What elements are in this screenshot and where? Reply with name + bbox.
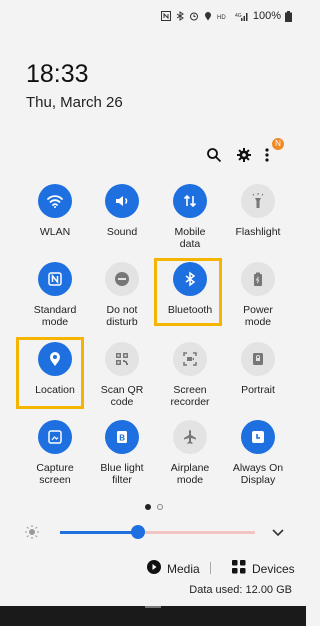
bluetooth-status-icon (175, 11, 185, 21)
do-not-disturb-icon[interactable] (105, 262, 139, 296)
sound-icon[interactable] (105, 184, 139, 218)
portrait-lock-icon[interactable] (241, 342, 275, 376)
tile-label: WLAN (39, 226, 71, 238)
tile-label: Portrait (241, 384, 275, 396)
blue-light-icon[interactable]: B (105, 420, 139, 454)
divider (210, 562, 211, 574)
clock-date: Thu, March 26 (26, 94, 123, 111)
highlight-bluetooth (154, 258, 222, 326)
drag-handle[interactable] (145, 606, 161, 608)
tile-label: Flashlight (235, 226, 281, 238)
alarm-status-icon (189, 11, 199, 21)
nfc-icon[interactable] (38, 262, 72, 296)
brightness-slider-thumb[interactable] (131, 525, 145, 539)
tile-label: Screen recorder (170, 384, 210, 408)
brightness-track[interactable] (138, 531, 255, 534)
tile-label: Sound (106, 226, 138, 238)
tile-label: Do not disturb (106, 304, 138, 328)
chevron-down-icon[interactable] (270, 524, 286, 540)
tile-label: Power mode (243, 304, 273, 328)
bottom-background (0, 606, 306, 626)
tile-label: Mobile data (174, 226, 206, 250)
tile-label: Always On Display (232, 462, 284, 486)
svg-text:HD: HD (217, 15, 226, 21)
airplane-icon[interactable] (173, 420, 207, 454)
flashlight-icon[interactable] (241, 184, 275, 218)
always-on-display-icon[interactable] (241, 420, 275, 454)
hd-status-icon: HD (217, 11, 231, 21)
tile-label: Airplane mode (170, 462, 210, 486)
status-bar: HD 4G 100% (160, 10, 292, 22)
location-status-icon (203, 11, 213, 21)
play-icon (147, 560, 161, 577)
media-label: Media (167, 561, 200, 576)
qr-code-icon[interactable] (105, 342, 139, 376)
search-icon[interactable] (205, 146, 223, 164)
svg-text:4G: 4G (235, 13, 242, 19)
capture-screen-icon[interactable] (38, 420, 72, 454)
brightness-track-filled (60, 531, 138, 534)
tile-label: Capture screen (36, 462, 74, 486)
devices-label: Devices (252, 561, 295, 576)
tile-label: Standard mode (33, 304, 77, 328)
signal-status-icon: 4G (235, 11, 249, 21)
svg-text:B: B (119, 434, 125, 443)
data-used-text: Data used: 12.00 GB (189, 584, 292, 596)
page-dot[interactable] (157, 504, 163, 510)
battery-percent: 100% (252, 10, 281, 22)
media-button[interactable]: Media (147, 560, 200, 577)
clock-time: 18:33 (26, 60, 89, 88)
power-mode-icon[interactable] (241, 262, 275, 296)
devices-grid-icon (232, 560, 246, 577)
tile-label: Scan QR code (100, 384, 144, 408)
wifi-icon[interactable] (38, 184, 72, 218)
mobile-data-icon[interactable] (173, 184, 207, 218)
gear-icon[interactable] (235, 146, 253, 164)
brightness-icon (24, 524, 40, 540)
screen-recorder-icon[interactable] (173, 342, 207, 376)
tile-label: Blue light filter (100, 462, 144, 486)
page-dot-active[interactable] (145, 504, 151, 510)
devices-button[interactable]: Devices (232, 560, 295, 577)
notification-badge: N (272, 138, 284, 150)
battery-icon (285, 11, 292, 22)
nfc-status-icon (160, 11, 171, 21)
highlight-location (16, 337, 84, 409)
